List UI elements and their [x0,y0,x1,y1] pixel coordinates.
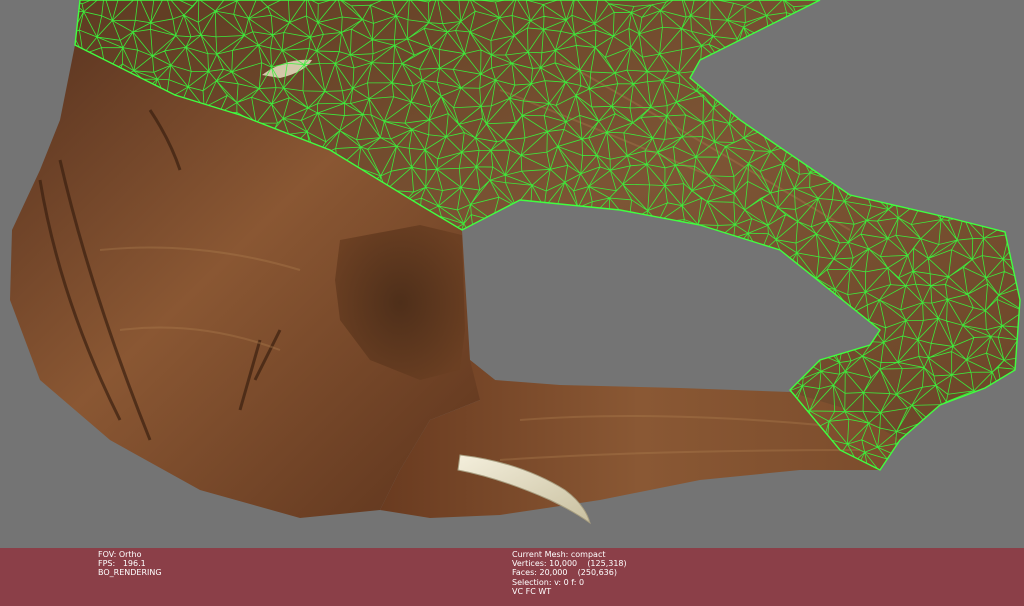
selection-label: Selection: v: 0 f: 0 [512,577,585,587]
fps-label: FPS: 196.1 [98,559,146,569]
faces-label: Faces: 20,000 (250,636) [512,568,617,578]
current-mesh-label: Current Mesh: compact [512,550,606,559]
flags-label: VC FC WT [512,586,552,596]
mesh-render [10,0,1021,525]
info-bar: FOV: Ortho FPS: 196.1 BO_RENDERING Curre… [0,548,1024,606]
fov-label: FOV: Ortho [98,550,142,559]
vertices-label: Vertices: 10,000 (125,318) [512,559,627,569]
3d-viewport[interactable] [0,0,1024,548]
mesh-info-right: Current Mesh: compact Vertices: 10,000 (… [512,550,627,596]
render-mode-label: BO_RENDERING [98,568,162,578]
mesh-viewer-window: FOV: Ortho FPS: 196.1 BO_RENDERING Curre… [0,0,1024,606]
render-info-left: FOV: Ortho FPS: 196.1 BO_RENDERING [98,550,162,578]
